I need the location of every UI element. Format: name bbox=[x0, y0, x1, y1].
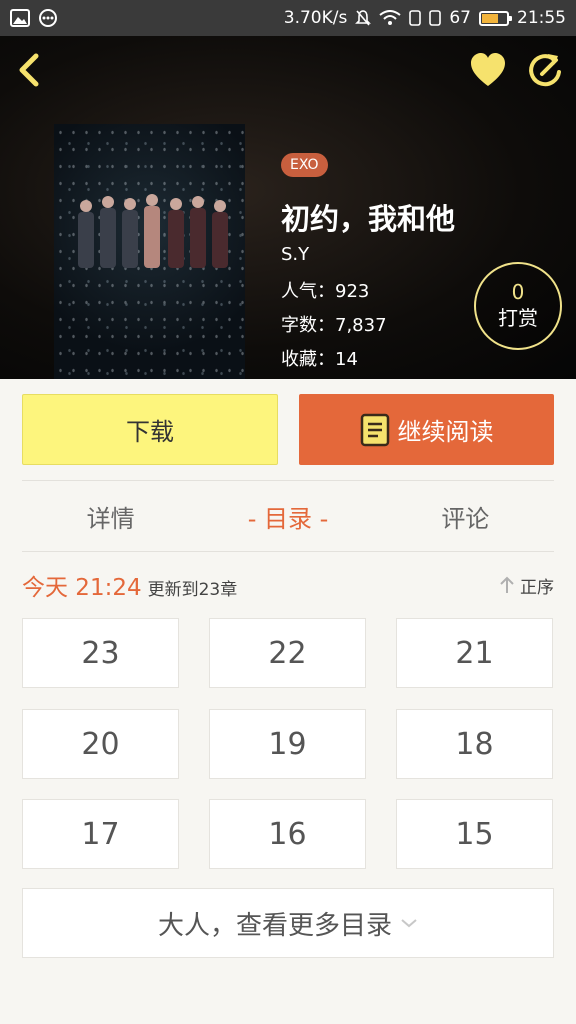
chapter-button[interactable]: 15 bbox=[396, 799, 553, 869]
continue-reading-label: 继续阅读 bbox=[397, 418, 494, 446]
cover-illustration bbox=[78, 194, 228, 268]
share-button[interactable] bbox=[526, 50, 566, 90]
popularity-stat: 人气：923 bbox=[281, 281, 370, 302]
more-catalog-button[interactable]: 大人，查看更多目录 bbox=[22, 888, 554, 958]
back-arrow-icon bbox=[19, 53, 39, 87]
heart-icon bbox=[471, 53, 505, 86]
more-catalog-label: 大人，查看更多目录 bbox=[157, 910, 392, 941]
battery-icon bbox=[479, 10, 512, 26]
arrow-up-icon bbox=[500, 576, 514, 593]
chapter-button[interactable]: 18 bbox=[396, 709, 553, 779]
network-speed: 3.70K/s bbox=[283, 8, 348, 28]
sort-label: 正序 bbox=[520, 577, 554, 598]
book-title: 初约，我和他 bbox=[281, 202, 456, 236]
gallery-icon bbox=[10, 9, 30, 27]
chapter-button[interactable]: 23 bbox=[22, 618, 179, 688]
continue-reading-button[interactable]: 继续阅读 bbox=[299, 394, 554, 465]
clock: 21:55 bbox=[517, 8, 566, 28]
chapter-button[interactable]: 19 bbox=[209, 709, 366, 779]
tabs-top-divider bbox=[22, 480, 554, 481]
chapter-button[interactable]: 21 bbox=[396, 618, 553, 688]
favorites-stat: 收藏：14 bbox=[281, 349, 358, 370]
book-author[interactable]: S.Y bbox=[281, 244, 309, 265]
tab-comments[interactable]: 评论 bbox=[377, 499, 554, 534]
favorite-button[interactable] bbox=[468, 50, 508, 90]
mute-icon bbox=[355, 10, 372, 26]
update-time: 今天 21:24 bbox=[22, 575, 142, 601]
book-icon bbox=[360, 413, 389, 446]
tab-bar: 详情 - 目录 - 评论 bbox=[22, 482, 554, 550]
chapter-button[interactable]: 20 bbox=[22, 709, 179, 779]
download-button[interactable]: 下载 bbox=[22, 394, 278, 465]
sim1-icon bbox=[409, 10, 422, 26]
update-info: 今天 21:24 更新到23章 正序 bbox=[22, 568, 554, 602]
word-count-stat: 字数：7,837 bbox=[281, 315, 387, 336]
chevron-down-icon bbox=[401, 919, 417, 928]
sort-button[interactable]: 正序 bbox=[498, 573, 554, 598]
chapter-button[interactable]: 22 bbox=[209, 618, 366, 688]
sim2-icon bbox=[429, 10, 442, 26]
more-notifications-icon bbox=[39, 9, 57, 27]
book-tag[interactable]: EXO bbox=[281, 153, 328, 177]
share-icon bbox=[529, 54, 561, 87]
update-text: 更新到23章 bbox=[147, 580, 238, 600]
back-button[interactable] bbox=[12, 50, 48, 90]
chapter-button[interactable]: 17 bbox=[22, 799, 179, 869]
tabs-bottom-divider bbox=[22, 551, 554, 552]
tab-details[interactable]: 详情 bbox=[22, 499, 199, 534]
tab-catalog[interactable]: - 目录 - bbox=[199, 499, 376, 534]
reward-count: 0 bbox=[511, 280, 525, 304]
reward-button[interactable]: 0 打赏 bbox=[474, 262, 562, 350]
battery-level: 67 bbox=[449, 8, 471, 28]
book-header: EXO 初约，我和他 S.Y 人气：923 字数：7,837 收藏：14 0 打… bbox=[0, 36, 576, 379]
wifi-icon bbox=[379, 10, 401, 25]
book-cover[interactable] bbox=[54, 124, 245, 379]
reward-label: 打赏 bbox=[498, 306, 538, 330]
chapter-button[interactable]: 16 bbox=[209, 799, 366, 869]
status-bar: 3.70K/s 67 21:55 bbox=[0, 0, 576, 36]
